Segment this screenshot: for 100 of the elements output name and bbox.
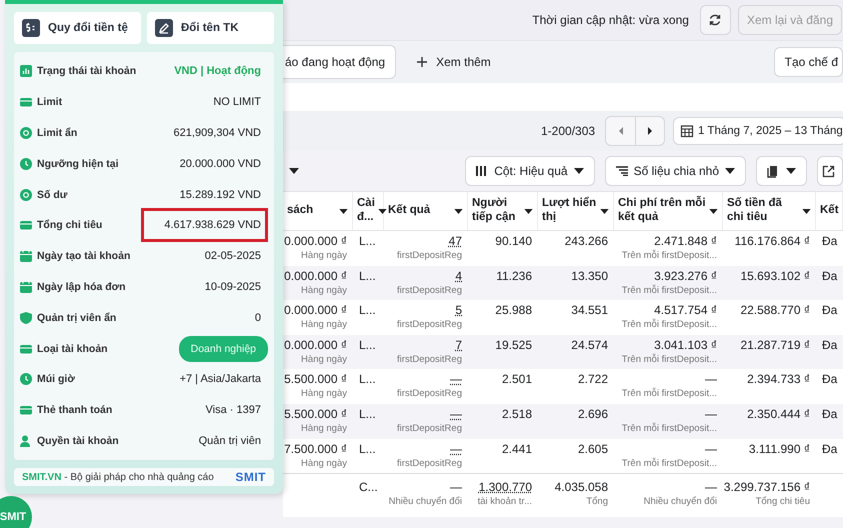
total-cell: C... [359,480,378,494]
export-icon [822,164,835,178]
field-value: +7 | Asia/Jakarta [178,372,262,388]
table-cell: 15.693.102 ₫ [740,268,810,283]
table-cell: — [705,406,717,421]
column-header[interactable]: Kết quả [388,204,451,218]
table-cell: 3.923.276 ₫ [654,268,717,283]
breakdown-dropdown[interactable]: Số liệu chia nhỏ [604,156,746,186]
table-cell: 2.696 [578,406,608,421]
cell-caption: firstDepositReg [397,319,462,330]
total-caption: tài khoản tr... [478,496,532,508]
table-cell: L... [359,234,376,248]
table-cell: 2.722 [578,372,608,386]
table-cell: — [450,406,462,421]
table-cell: 22.588.770 ₫ [740,303,810,318]
field-label: Quyền tài khoản [37,434,119,447]
calendar-icon [680,124,694,138]
sort-caret-icon[interactable] [524,208,533,214]
table-cell: Đa [822,442,838,456]
cell-caption: firstDepositReg [397,388,462,400]
caret-icon [725,168,735,174]
table-cell: 34.551 [571,303,608,318]
lines-icon [616,166,628,176]
table-cell: 19.525 [495,338,532,352]
sort-caret-icon[interactable] [600,208,609,214]
panel-button[interactable]: Đổi tên TK [147,12,274,44]
cell-caption: Hàng ngày [301,354,347,365]
table-cell: L... [359,406,376,421]
sort-caret-icon[interactable] [802,208,811,214]
sort-caret-icon[interactable] [339,208,348,214]
column-header[interactable]: Cài đ... [357,197,375,225]
date-range-button[interactable]: 1 Tháng 7, 2025 – 13 Tháng [673,117,843,145]
update-time-text: Thời gian cập nhật: vừa xong [532,13,689,27]
logo-text: SMIT [235,470,266,484]
cell-caption: Trên mỗi firstDeposit... [622,250,717,261]
sort-caret-icon[interactable] [709,208,718,214]
refresh-button[interactable] [700,5,731,35]
sort-caret-icon[interactable] [378,208,387,214]
cell-caption: Trên mỗi firstDeposit... [622,422,717,434]
account-type-badge: Doanh nghiệp [178,336,268,362]
export-button[interactable] [817,156,843,186]
more-button[interactable]: Xem thêm [410,54,497,70]
field-value: 20.000.000 VND [178,156,262,172]
field-value: 10-09-2025 [204,280,262,295]
table-cell: 2.518 [502,406,532,421]
left-triangle-icon [616,126,625,136]
column-header[interactable]: Lượt hiển thị [542,197,597,225]
column-header[interactable]: Người tiếp cận [472,197,521,225]
field-label: Loại tài khoản [37,342,108,355]
column-header[interactable]: sách [287,204,336,218]
total-caption: Nhiều chuyển đổi [388,496,462,508]
card-icon [20,96,32,108]
clock-icon [20,373,32,386]
field-label: Ngưỡng hiện tại [37,158,119,170]
calendar-icon [20,280,32,293]
total-cell: — [450,480,462,494]
table-cell: 5 [455,303,462,318]
panel-button[interactable]: Quy đổi tiền tệ [14,12,141,44]
columns-dropdown[interactable]: Cột: Hiệu quả [465,156,595,186]
field-value: 0 [254,310,262,326]
columns-icon [476,166,488,176]
cell-caption: firstDepositReg [397,250,462,261]
table-cell: 3.111.990 ₫ [748,442,810,456]
table-cell: 4.517.754 ₫ [654,303,717,318]
documents-icon [767,164,780,178]
table-cell: 90.140 [495,234,532,248]
filter-button[interactable]: áo đang hoạt động [283,45,396,79]
table-cell: 21.287.719 ₫ [740,338,810,352]
field-label: Limit ẩn [37,126,78,139]
column-header[interactable]: Chi phí trên mỗi kết quả [618,197,706,225]
table-cell: 0.000.000 ₫ [284,338,347,352]
cell-caption: Hàng ngày [301,319,347,330]
table-cell: 7.500.000 ₫ [284,442,347,456]
pencil-icon [155,19,173,37]
column-header[interactable]: Số tiền đã chi tiêu [727,197,799,225]
field-label: Số dư [37,188,68,201]
table-cell: — [450,372,462,386]
cell-caption: Hàng ngày [301,422,347,434]
column-header[interactable]: Kết [820,204,839,218]
total-cell: 4.035.058 [554,480,608,494]
tagline-text: SMIT.VN - Bộ giải pháp cho nhà quảng cáo [22,472,214,483]
total-cell: 1.300.770 [478,480,532,494]
create-button[interactable]: Tạo chế đ [774,47,843,77]
clock-icon [20,158,32,170]
table-cell: L... [359,303,376,318]
table-cell: 7 [455,338,462,352]
table-cell: 0.000.000 ₫ [284,268,347,283]
caret-icon [786,168,796,174]
field-label: Tổng chi tiêu [37,219,102,232]
field-label: Limit [37,96,62,108]
status-value: VND | Hoạt động [173,64,262,80]
table-cell: 2.441 [502,442,532,456]
sort-caret-icon[interactable] [454,208,463,214]
field-label: Múi giờ [37,373,75,386]
report-dropdown[interactable] [756,156,807,186]
caret-icon[interactable] [289,168,299,174]
table-cell: 2.605 [578,442,608,456]
table-cell: 3.041.103 ₫ [654,338,717,352]
field-value: Visa · 1397 [204,403,262,418]
table-cell: Đa [822,303,838,318]
